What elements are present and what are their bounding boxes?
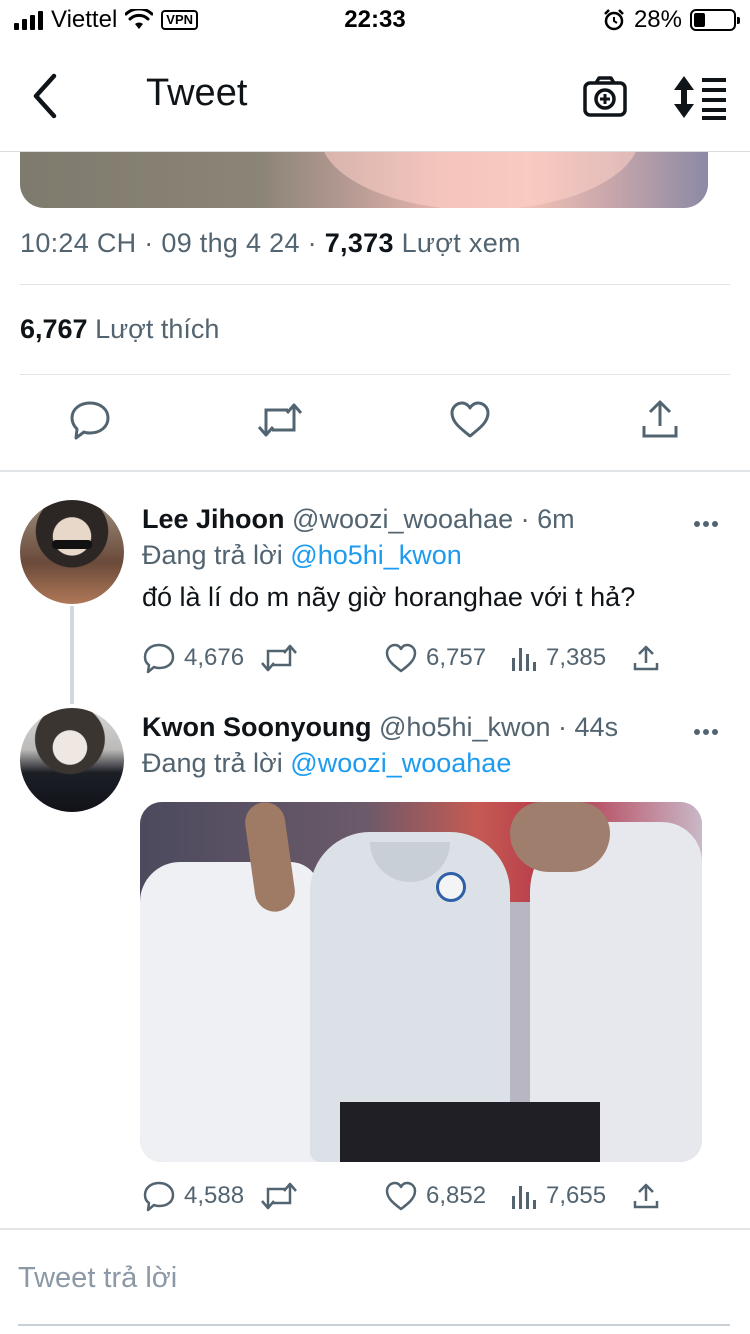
mention-link[interactable]: @woozi_wooahae bbox=[290, 748, 511, 778]
share-icon bbox=[633, 1183, 659, 1209]
more-icon bbox=[694, 729, 700, 735]
retweet-icon bbox=[257, 403, 303, 437]
avatar-image-detail bbox=[52, 540, 92, 549]
reply-time: 6m bbox=[537, 504, 575, 534]
section-divider bbox=[0, 470, 750, 472]
retweet-icon bbox=[261, 644, 297, 672]
reply-count-button[interactable]: 4,676 bbox=[142, 642, 244, 674]
battery-percent: 28% bbox=[633, 6, 682, 33]
reply-count-button[interactable]: 4,588 bbox=[142, 1180, 244, 1212]
replying-label: Đang trả lời bbox=[142, 748, 283, 778]
retweet-button[interactable] bbox=[256, 398, 303, 442]
share-button[interactable] bbox=[632, 1180, 660, 1212]
status-bar: Viettel VPN 22:33 28% bbox=[0, 0, 750, 40]
mention-link[interactable]: @ho5hi_kwon bbox=[290, 540, 462, 570]
reply-actions: 4,588 6,852 7,655 bbox=[142, 1180, 702, 1216]
input-underline bbox=[18, 1324, 730, 1326]
display-name[interactable]: Kwon Soonyoung bbox=[142, 712, 371, 742]
sort-icon bbox=[674, 76, 726, 120]
camera-plus-icon bbox=[583, 76, 627, 117]
thread-line bbox=[70, 606, 74, 704]
share-icon bbox=[642, 400, 678, 438]
user-handle[interactable]: @woozi_wooahae bbox=[292, 504, 513, 534]
reply-time: 44s bbox=[574, 712, 619, 742]
reply-count: 4,588 bbox=[184, 1182, 245, 1209]
battery-icon bbox=[690, 9, 740, 31]
reply-icon bbox=[70, 401, 110, 440]
like-button[interactable] bbox=[448, 398, 492, 442]
tweet-actions bbox=[0, 398, 750, 450]
reply-icon bbox=[143, 643, 175, 674]
reply-button[interactable] bbox=[68, 398, 112, 442]
nav-bar: Tweet bbox=[0, 40, 750, 152]
chevron-left-icon bbox=[33, 73, 57, 119]
heart-icon bbox=[450, 401, 490, 438]
replying-label: Đang trả lời bbox=[142, 540, 283, 570]
like-count: 6,757 bbox=[426, 644, 487, 671]
reply-count: 4,676 bbox=[184, 644, 245, 671]
tweet-meta: 10:24 CH · 09 thg 4 24 · 7,373 Lượt xem bbox=[20, 228, 521, 258]
view-count: 7,655 bbox=[546, 1182, 607, 1209]
likes-summary[interactable]: 6,767 Lượt thích bbox=[20, 314, 219, 345]
reply-media[interactable] bbox=[140, 802, 702, 1162]
status-right: 28% bbox=[602, 6, 740, 34]
views-button[interactable]: 7,655 bbox=[510, 1180, 606, 1212]
page-title: Tweet bbox=[146, 72, 248, 114]
likes-count: 6,767 bbox=[20, 314, 88, 344]
display-name[interactable]: Lee Jihoon bbox=[142, 504, 285, 534]
share-button[interactable] bbox=[638, 398, 682, 442]
avatar[interactable] bbox=[20, 500, 124, 604]
back-button[interactable] bbox=[22, 68, 72, 124]
views-label: Lượt xem bbox=[401, 228, 521, 258]
like-button[interactable]: 6,852 bbox=[384, 1180, 486, 1212]
add-photo-button[interactable] bbox=[582, 74, 628, 120]
more-options-button[interactable] bbox=[694, 722, 724, 735]
view-count: 7,385 bbox=[546, 644, 607, 671]
reply-header: Kwon Soonyoung @ho5hi_kwon · 44s bbox=[142, 712, 619, 742]
views-count: 7,373 bbox=[324, 228, 394, 258]
replying-to: Đang trả lời @woozi_wooahae bbox=[142, 748, 511, 779]
retweet-button[interactable] bbox=[260, 642, 298, 674]
avatar[interactable] bbox=[20, 708, 124, 812]
reply-actions: 4,676 6,757 7,385 bbox=[142, 642, 702, 678]
heart-icon bbox=[385, 1181, 417, 1211]
replying-to: Đang trả lời @ho5hi_kwon bbox=[142, 540, 462, 571]
more-options-button[interactable] bbox=[694, 514, 724, 527]
tweet-date: 09 thg 4 24 bbox=[161, 228, 300, 258]
reply-input[interactable] bbox=[18, 1256, 718, 1300]
user-handle[interactable]: @ho5hi_kwon bbox=[379, 712, 551, 742]
views-button[interactable]: 7,385 bbox=[510, 642, 606, 674]
retweet-icon bbox=[261, 1182, 297, 1210]
section-divider bbox=[0, 1228, 750, 1230]
likes-label: Lượt thích bbox=[95, 314, 220, 344]
tweet-media[interactable] bbox=[20, 150, 708, 208]
tweet-time: 10:24 CH bbox=[20, 228, 137, 258]
share-button[interactable] bbox=[632, 642, 660, 674]
divider bbox=[20, 374, 730, 375]
divider bbox=[20, 284, 730, 285]
like-count: 6,852 bbox=[426, 1182, 487, 1209]
reply-text: đó là lí do m nãy giờ horanghae với t hả… bbox=[142, 582, 636, 612]
share-icon bbox=[633, 645, 659, 671]
more-icon bbox=[694, 521, 700, 527]
reply-icon bbox=[143, 1181, 175, 1212]
bar-chart-icon bbox=[512, 1186, 536, 1209]
like-button[interactable]: 6,757 bbox=[384, 642, 486, 674]
battery-fill bbox=[694, 13, 705, 27]
retweet-button[interactable] bbox=[260, 1180, 298, 1212]
heart-icon bbox=[385, 643, 417, 673]
reply-header: Lee Jihoon @woozi_wooahae · 6m bbox=[142, 504, 575, 534]
bar-chart-icon bbox=[512, 648, 536, 671]
sort-replies-button[interactable] bbox=[674, 74, 728, 120]
alarm-icon bbox=[604, 9, 624, 31]
